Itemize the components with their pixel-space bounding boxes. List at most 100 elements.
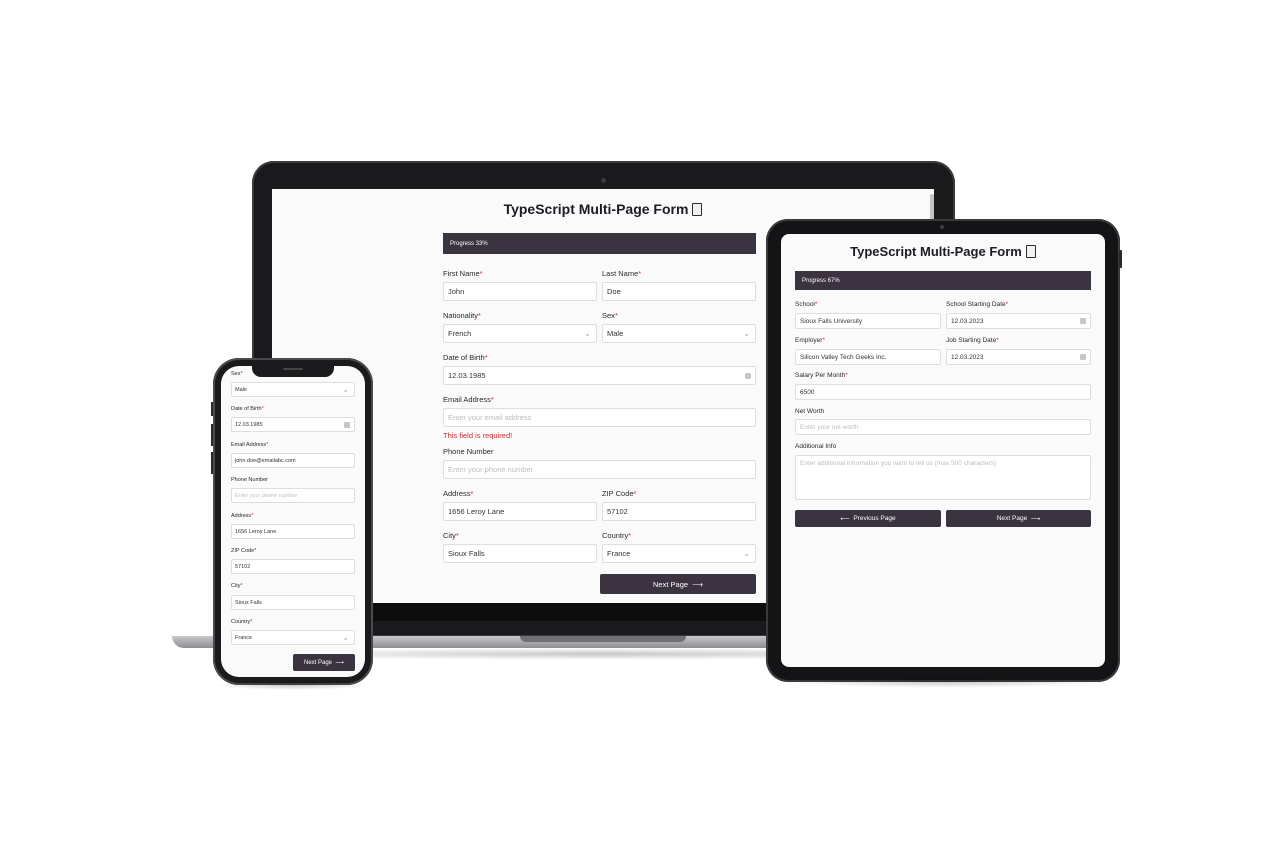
chevron-down-icon: ⌄ [342,633,349,642]
address-input[interactable]: 1656 Leroy Lane [231,524,355,539]
country-select[interactable]: France ⌄ [231,630,355,645]
zip-label: ZIP Code* [231,548,256,554]
sex-select[interactable]: Male ⌄ [602,324,756,343]
required-mark: * [240,583,243,589]
first-name-label: First Name* [443,269,483,278]
required-mark: * [455,531,459,540]
school-start-label-text: School Starting Date [946,301,1006,308]
email-label: Email Address* [231,442,268,448]
email-input[interactable]: john.doe@emailabc.com [231,453,355,468]
calendar-icon[interactable] [344,421,350,428]
required-mark: * [470,489,474,498]
country-label: Country* [602,531,631,540]
city-label-text: City [443,531,456,540]
zip-input[interactable]: 57102 [231,559,355,574]
job-start-label: Job Starting Date* [946,337,999,344]
phone-screen: Sex* Male ⌄ Date of Birth* 12.03.1985 Ema… [221,366,365,677]
next-page-button[interactable]: Next Page ⟶ [600,574,756,594]
school-input[interactable]: Sioux Falls University [795,313,941,329]
calendar-icon[interactable] [745,372,751,379]
last-name-label: Last Name* [602,269,641,278]
job-start-date-input[interactable]: 12.03.2023 [946,349,1091,365]
next-page-label: Next Page [304,659,333,666]
country-value: France [607,549,631,558]
school-label: School* [795,301,817,308]
country-label-text: Country [231,619,251,625]
sex-select[interactable]: Male ⌄ [231,382,355,397]
last-name-input[interactable]: Doe [602,282,756,301]
dob-value: 12.03.1985 [448,371,486,380]
school-label-text: School [795,301,815,308]
sex-value: Male [607,329,624,338]
required-mark: * [251,513,254,519]
required-mark: * [484,353,488,362]
previous-page-button[interactable]: ⟵ Previous Page [795,510,941,527]
first-name-label-text: First Name [443,269,480,278]
phone-shadow [215,680,371,690]
required-mark: * [490,395,494,404]
dob-label-text: Date of Birth [231,406,262,412]
country-label-text: Country [602,531,629,540]
first-name-input[interactable]: John [443,282,597,301]
previous-page-label: Previous Page [853,515,896,522]
chevron-down-icon: ⌄ [743,329,750,338]
document-icon [1025,245,1036,258]
additional-info-textarea[interactable]: Enter additional information you want to… [795,455,1091,500]
email-error: This field is required! [443,431,513,440]
country-select[interactable]: France ⌄ [602,544,756,563]
email-input[interactable]: Enter your email address [443,408,756,427]
net-worth-input[interactable]: Enter your net worth [795,419,1091,435]
zip-label-text: ZIP Code [231,548,255,554]
dob-label: Date of Birth* [231,406,264,412]
city-label: City* [443,531,459,540]
phone-side-button [211,452,213,474]
employer-label-text: Employer [795,337,823,344]
tablet-camera [940,225,944,229]
school-start-date-input[interactable]: 12.03.2023 [946,313,1091,329]
next-page-button[interactable]: Next Page ⟶ [946,510,1091,527]
employer-input[interactable]: Silicon Valley Tech Geeks Inc. [795,349,941,365]
calendar-icon[interactable] [1080,354,1086,360]
zip-label-text: ZIP Code [602,489,634,498]
required-mark: * [250,619,253,625]
school-start-value: 12.03.2023 [951,317,984,325]
required-mark: * [628,531,632,540]
next-page-button[interactable]: Next Page ⟶ [293,654,355,671]
phone-input[interactable]: Enter your phone number [443,460,756,479]
zip-label: ZIP Code* [602,489,636,498]
salary-label-text: Salary Per Month [795,372,846,379]
page-title: TypeScript Multi-Page Form [781,244,1105,259]
progress-label: Progress 33% [450,240,488,247]
sex-value: Male [235,386,247,393]
address-label-text: Address [231,513,252,519]
dob-input[interactable]: 12.03.1985 [231,417,355,432]
salary-input[interactable]: 6500 [795,384,1091,400]
dob-label-text: Date of Birth [443,353,485,362]
nationality-label: Nationality* [443,311,481,320]
phone-number-label: Phone Number [231,477,268,483]
address-label: Address* [443,489,473,498]
dob-value: 12.03.1985 [235,421,263,428]
zip-input[interactable]: 57102 [602,502,756,521]
nationality-select[interactable]: French ⌄ [443,324,597,343]
required-mark: * [266,442,269,448]
city-input[interactable]: Sioux Falls [443,544,597,563]
chevron-down-icon: ⌄ [743,549,750,558]
laptop-camera [601,178,606,183]
city-input[interactable]: Sioux Falls [231,595,355,610]
phone-number-input[interactable]: Enter your phone number [231,488,355,503]
calendar-icon[interactable] [1080,318,1086,324]
nationality-value: French [448,329,472,338]
additional-info-label: Additional Info [795,443,837,450]
required-mark: * [638,269,642,278]
country-label: Country* [231,619,252,625]
required-mark: * [814,301,818,308]
nationality-label-text: Nationality [443,311,479,320]
address-input[interactable]: 1656 Leroy Lane [443,502,597,521]
job-start-label-text: Job Starting Date [946,337,997,344]
phone-label: Phone Number [443,447,494,456]
phone-side-button [211,424,213,446]
required-mark: * [254,548,257,554]
address-label: Address* [231,513,253,519]
dob-input[interactable]: 12.03.1985 [443,366,756,385]
